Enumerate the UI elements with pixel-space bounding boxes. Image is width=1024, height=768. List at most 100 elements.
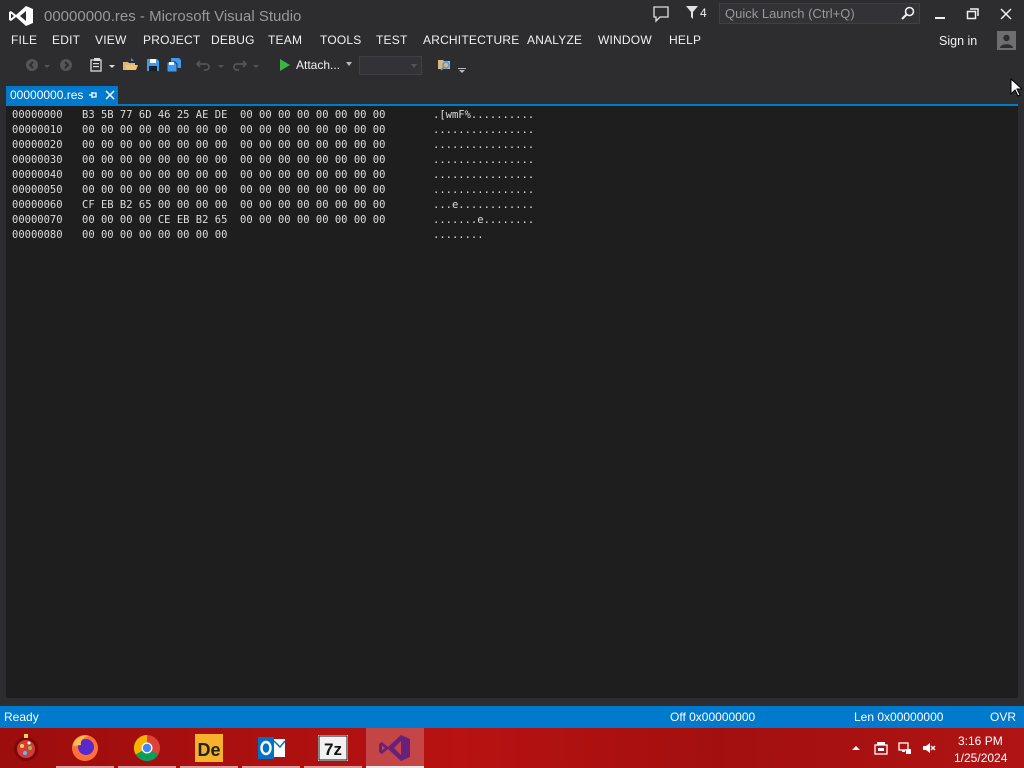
close-icon[interactable] xyxy=(992,4,1020,24)
save-all-icon[interactable] xyxy=(166,57,182,73)
hex-offset: 00000000 xyxy=(12,109,63,121)
status-bar: Ready Off 0x00000000 Len 0x00000000 OVR xyxy=(0,706,1024,728)
attach-button[interactable]: Attach... xyxy=(296,58,340,72)
hex-offset: 00000050 xyxy=(12,184,63,196)
back-dropdown-icon[interactable] xyxy=(42,57,52,73)
menu-help[interactable]: HELP xyxy=(669,33,701,47)
firefox-icon xyxy=(72,735,98,761)
menu-view[interactable]: VIEW xyxy=(95,33,126,47)
notification-flag-icon[interactable] xyxy=(686,6,698,20)
hex-offset: 00000060 xyxy=(12,199,63,211)
user-icon xyxy=(1000,34,1013,48)
back-icon[interactable] xyxy=(24,57,40,73)
hex-ascii[interactable]: ................ xyxy=(433,183,534,198)
hex-bytes[interactable]: 00 00 00 00 CE EB B2 65 00 00 00 00 00 0… xyxy=(82,213,385,228)
save-icon[interactable] xyxy=(145,57,161,73)
clock-date[interactable]: 1/25/2024 xyxy=(954,751,1007,765)
redo-dropdown-icon[interactable] xyxy=(251,57,261,73)
tab-00000000-res[interactable]: 00000000.res xyxy=(6,86,118,104)
feedback-icon[interactable] xyxy=(652,5,670,23)
hex-ascii[interactable]: ................ xyxy=(433,138,534,153)
hex-offset: 00000010 xyxy=(12,124,63,136)
hex-bytes[interactable]: 00 00 00 00 00 00 00 00 00 00 00 00 00 0… xyxy=(82,123,385,138)
status-offset: Off 0x00000000 xyxy=(670,710,756,724)
new-dropdown-icon[interactable] xyxy=(107,57,117,73)
undo-icon[interactable] xyxy=(196,57,212,73)
minimize-icon[interactable] xyxy=(926,4,954,24)
chrome-icon xyxy=(133,734,160,762)
hex-offset: 00000040 xyxy=(12,169,63,181)
pin-icon[interactable] xyxy=(88,89,98,101)
find-in-files-icon[interactable] xyxy=(437,57,453,73)
menu-tools[interactable]: TOOLS xyxy=(320,33,361,47)
undo-dropdown-icon[interactable] xyxy=(216,57,226,73)
redo-icon[interactable] xyxy=(231,57,247,73)
menu-project[interactable]: PROJECT xyxy=(143,33,200,47)
sign-in-link[interactable]: Sign in xyxy=(939,34,977,48)
menu-team[interactable]: TEAM xyxy=(268,33,302,47)
menu-edit[interactable]: EDIT xyxy=(52,33,80,47)
toolbar-options-icon[interactable] xyxy=(458,66,466,74)
taskbar-7zip[interactable]: 7z xyxy=(304,728,362,768)
taskbar-dependency-app[interactable]: De xyxy=(180,728,238,768)
status-length: Len 0x00000000 xyxy=(854,710,944,724)
hex-ascii[interactable]: ........ xyxy=(433,228,484,243)
menu-window[interactable]: WINDOW xyxy=(598,33,652,47)
hex-ascii[interactable]: ...e............ xyxy=(433,198,534,213)
forward-icon[interactable] xyxy=(58,57,74,73)
hex-bytes[interactable]: 00 00 00 00 00 00 00 00 00 00 00 00 00 0… xyxy=(82,168,385,183)
taskbar-outlook[interactable] xyxy=(242,728,300,768)
quick-launch-input[interactable] xyxy=(720,4,900,23)
hex-bytes[interactable]: 00 00 00 00 00 00 00 00 00 00 00 00 00 0… xyxy=(82,153,385,168)
title-bar: 00000000.res - Microsoft Visual Studio 4 xyxy=(0,0,1024,32)
mouse-cursor-icon xyxy=(1010,78,1022,97)
search-icon[interactable] xyxy=(901,6,915,20)
start-button[interactable] xyxy=(0,728,52,768)
svg-text:De: De xyxy=(197,740,220,760)
network-icon[interactable] xyxy=(898,741,912,755)
start-icon[interactable] xyxy=(277,57,293,73)
account-avatar[interactable] xyxy=(997,31,1016,50)
show-hidden-icons-chevron[interactable] xyxy=(851,741,861,755)
binary-editor[interactable]: 00000000 B3 5B 77 6D 46 25 AE DE 00 00 00… xyxy=(6,106,1018,698)
visual-studio-logo-icon[interactable] xyxy=(8,5,34,27)
menu-test[interactable]: TEST xyxy=(376,33,407,47)
status-ready: Ready xyxy=(4,710,39,724)
hex-ascii[interactable]: .......e........ xyxy=(433,213,534,228)
chevron-down-icon xyxy=(411,64,417,68)
notification-count[interactable]: 4 xyxy=(700,6,707,20)
clock-time[interactable]: 3:16 PM xyxy=(958,734,1003,748)
standard-toolbar xyxy=(0,52,1024,78)
hex-ascii[interactable]: ................ xyxy=(433,168,534,183)
menu-analyze[interactable]: ANALYZE xyxy=(527,33,582,47)
hex-bytes[interactable]: 00 00 00 00 00 00 00 00 00 00 00 00 00 0… xyxy=(82,138,385,153)
hex-ascii[interactable]: .[wmF%.......... xyxy=(433,108,534,123)
configuration-dropdown[interactable] xyxy=(359,56,422,75)
open-file-icon[interactable] xyxy=(122,57,138,73)
hex-offset: 00000070 xyxy=(12,214,63,226)
status-overtype[interactable]: OVR xyxy=(990,710,1016,724)
hex-bytes[interactable]: 00 00 00 00 00 00 00 00 00 00 00 00 00 0… xyxy=(82,183,385,198)
volume-muted-icon[interactable] xyxy=(922,741,936,755)
window-title: 00000000.res - Microsoft Visual Studio xyxy=(44,8,302,25)
action-center-icon[interactable] xyxy=(874,741,888,755)
close-tab-icon[interactable] xyxy=(104,89,116,101)
quick-launch-box[interactable] xyxy=(719,3,920,24)
taskbar-chrome[interactable] xyxy=(118,728,176,768)
attach-dropdown-icon[interactable] xyxy=(346,62,352,66)
menu-debug[interactable]: DEBUG xyxy=(211,33,255,47)
taskbar-visual-studio[interactable] xyxy=(366,728,424,768)
new-project-icon[interactable] xyxy=(89,57,105,73)
taskbar-firefox[interactable] xyxy=(56,728,114,768)
hex-bytes[interactable]: B3 5B 77 6D 46 25 AE DE 00 00 00 00 00 0… xyxy=(82,108,385,123)
hex-ascii[interactable]: ................ xyxy=(433,153,534,168)
hex-bytes[interactable]: CF EB B2 65 00 00 00 00 00 00 00 00 00 0… xyxy=(82,198,385,213)
restore-icon[interactable] xyxy=(959,4,987,24)
tab-label: 00000000.res xyxy=(10,88,84,102)
menu-architecture[interactable]: ARCHITECTURE xyxy=(423,33,519,47)
visual-studio-icon xyxy=(379,735,410,761)
menu-file[interactable]: FILE xyxy=(11,33,37,47)
hex-bytes[interactable]: 00 00 00 00 00 00 00 00 xyxy=(82,228,227,243)
de-app-icon: De xyxy=(195,734,223,762)
hex-ascii[interactable]: ................ xyxy=(433,123,534,138)
